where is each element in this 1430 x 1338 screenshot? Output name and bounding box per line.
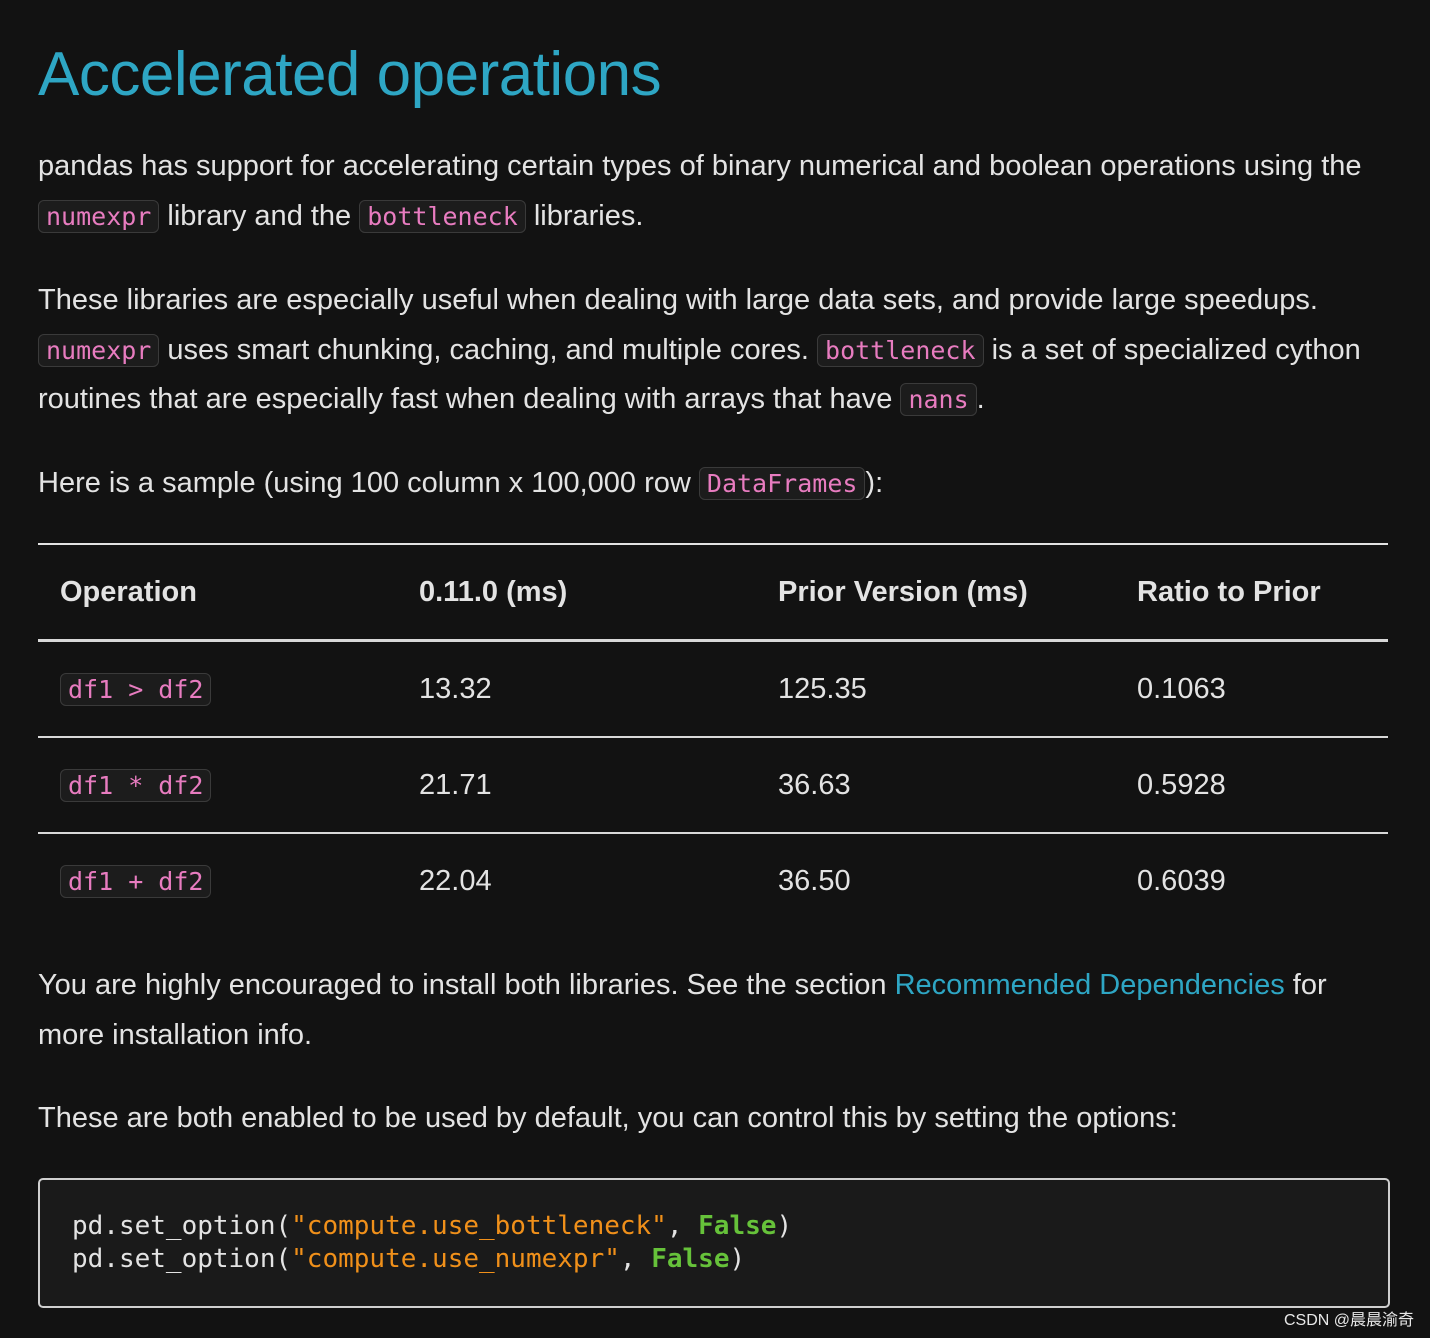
inline-code-numexpr-2: numexpr bbox=[38, 333, 160, 367]
table-row: df1 * df2 21.71 36.63 0.5928 bbox=[38, 737, 1388, 833]
header-ratio: Ratio to Prior bbox=[1137, 575, 1321, 608]
code-block: pd.set_option("compute.use_bottleneck", … bbox=[38, 1178, 1390, 1308]
libraries-paragraph: These libraries are especially useful wh… bbox=[38, 276, 1388, 425]
intro-text-1: pandas has support for accelerating cert… bbox=[38, 150, 1362, 182]
header-operation: Operation bbox=[60, 575, 197, 608]
table-header-row: Operation 0.11.0 (ms) Prior Version (ms)… bbox=[38, 544, 1388, 641]
intro-paragraph: pandas has support for accelerating cert… bbox=[38, 142, 1388, 241]
code-line-2: pd.set_option("compute.use_numexpr", Fal… bbox=[72, 1243, 1388, 1276]
operation-code: df1 * df2 bbox=[60, 768, 212, 802]
cell-version: 21.71 bbox=[419, 768, 492, 801]
cell-version: 22.04 bbox=[419, 864, 492, 897]
code-call: pd.set_option( bbox=[72, 1244, 292, 1274]
operation-code: df1 > df2 bbox=[60, 672, 212, 706]
code-keyword: False bbox=[698, 1211, 777, 1241]
inline-code-bottleneck: bottleneck bbox=[359, 199, 526, 233]
code-paren: ) bbox=[776, 1211, 793, 1241]
cell-operation: df1 * df2 bbox=[38, 737, 397, 833]
code-string: "compute.use_numexpr" bbox=[291, 1244, 620, 1274]
code-line-1: pd.set_option("compute.use_bottleneck", … bbox=[72, 1210, 1388, 1243]
cell-prior: 125.35 bbox=[778, 672, 867, 705]
code-string: "compute.use_bottleneck" bbox=[291, 1211, 667, 1241]
inline-code-bottleneck-2: bottleneck bbox=[817, 333, 984, 367]
header-version: 0.11.0 (ms) bbox=[419, 575, 568, 608]
install-paragraph: You are highly encouraged to install bot… bbox=[38, 961, 1388, 1060]
sample-paragraph: Here is a sample (using 100 column x 100… bbox=[38, 459, 1388, 509]
csdn-watermark: CSDN @晨晨渝奇 bbox=[1283, 1312, 1414, 1329]
cell-prior: 36.50 bbox=[778, 864, 851, 897]
inline-code-numexpr: numexpr bbox=[38, 199, 160, 233]
para2-text-2: uses smart chunking, caching, and multip… bbox=[159, 333, 818, 366]
cell-ratio: 0.5928 bbox=[1137, 768, 1226, 801]
code-keyword: False bbox=[651, 1244, 730, 1274]
para3-text-1: Here is a sample (using 100 column x 100… bbox=[38, 467, 699, 499]
code-call: pd.set_option( bbox=[72, 1211, 292, 1241]
intro-text-3: libraries. bbox=[525, 199, 644, 232]
cell-operation: df1 + df2 bbox=[38, 833, 397, 928]
inline-code-dataframes: DataFrames bbox=[698, 467, 866, 500]
para3-text-2: ): bbox=[865, 467, 884, 499]
intro-text-2: library and the bbox=[159, 199, 360, 232]
inline-code-nans: nans bbox=[900, 383, 977, 416]
page-title: Accelerated operations bbox=[38, 40, 662, 109]
para2-text-1: These libraries are especially useful wh… bbox=[38, 284, 1318, 316]
options-paragraph: These are both enabled to be used by def… bbox=[38, 1102, 1178, 1134]
code-comma: , bbox=[619, 1244, 652, 1274]
operation-code: df1 + df2 bbox=[60, 864, 212, 898]
cell-prior: 36.63 bbox=[778, 768, 851, 801]
cell-version: 13.32 bbox=[419, 672, 492, 705]
cell-ratio: 0.1063 bbox=[1137, 672, 1226, 705]
header-prior: Prior Version (ms) bbox=[778, 575, 1028, 608]
cell-ratio: 0.6039 bbox=[1137, 864, 1226, 897]
code-paren: ) bbox=[729, 1244, 746, 1274]
cell-operation: df1 > df2 bbox=[38, 641, 397, 738]
code-comma: , bbox=[666, 1211, 699, 1241]
para2-text-4: . bbox=[976, 383, 985, 415]
table-row: df1 + df2 22.04 36.50 0.6039 bbox=[38, 833, 1388, 928]
para4-text-1: You are highly encouraged to install bot… bbox=[38, 969, 895, 1001]
table-row: df1 > df2 13.32 125.35 0.1063 bbox=[38, 641, 1388, 738]
benchmark-table: Operation 0.11.0 (ms) Prior Version (ms)… bbox=[38, 543, 1388, 928]
recommended-dependencies-link[interactable]: Recommended Dependencies bbox=[895, 969, 1285, 1001]
